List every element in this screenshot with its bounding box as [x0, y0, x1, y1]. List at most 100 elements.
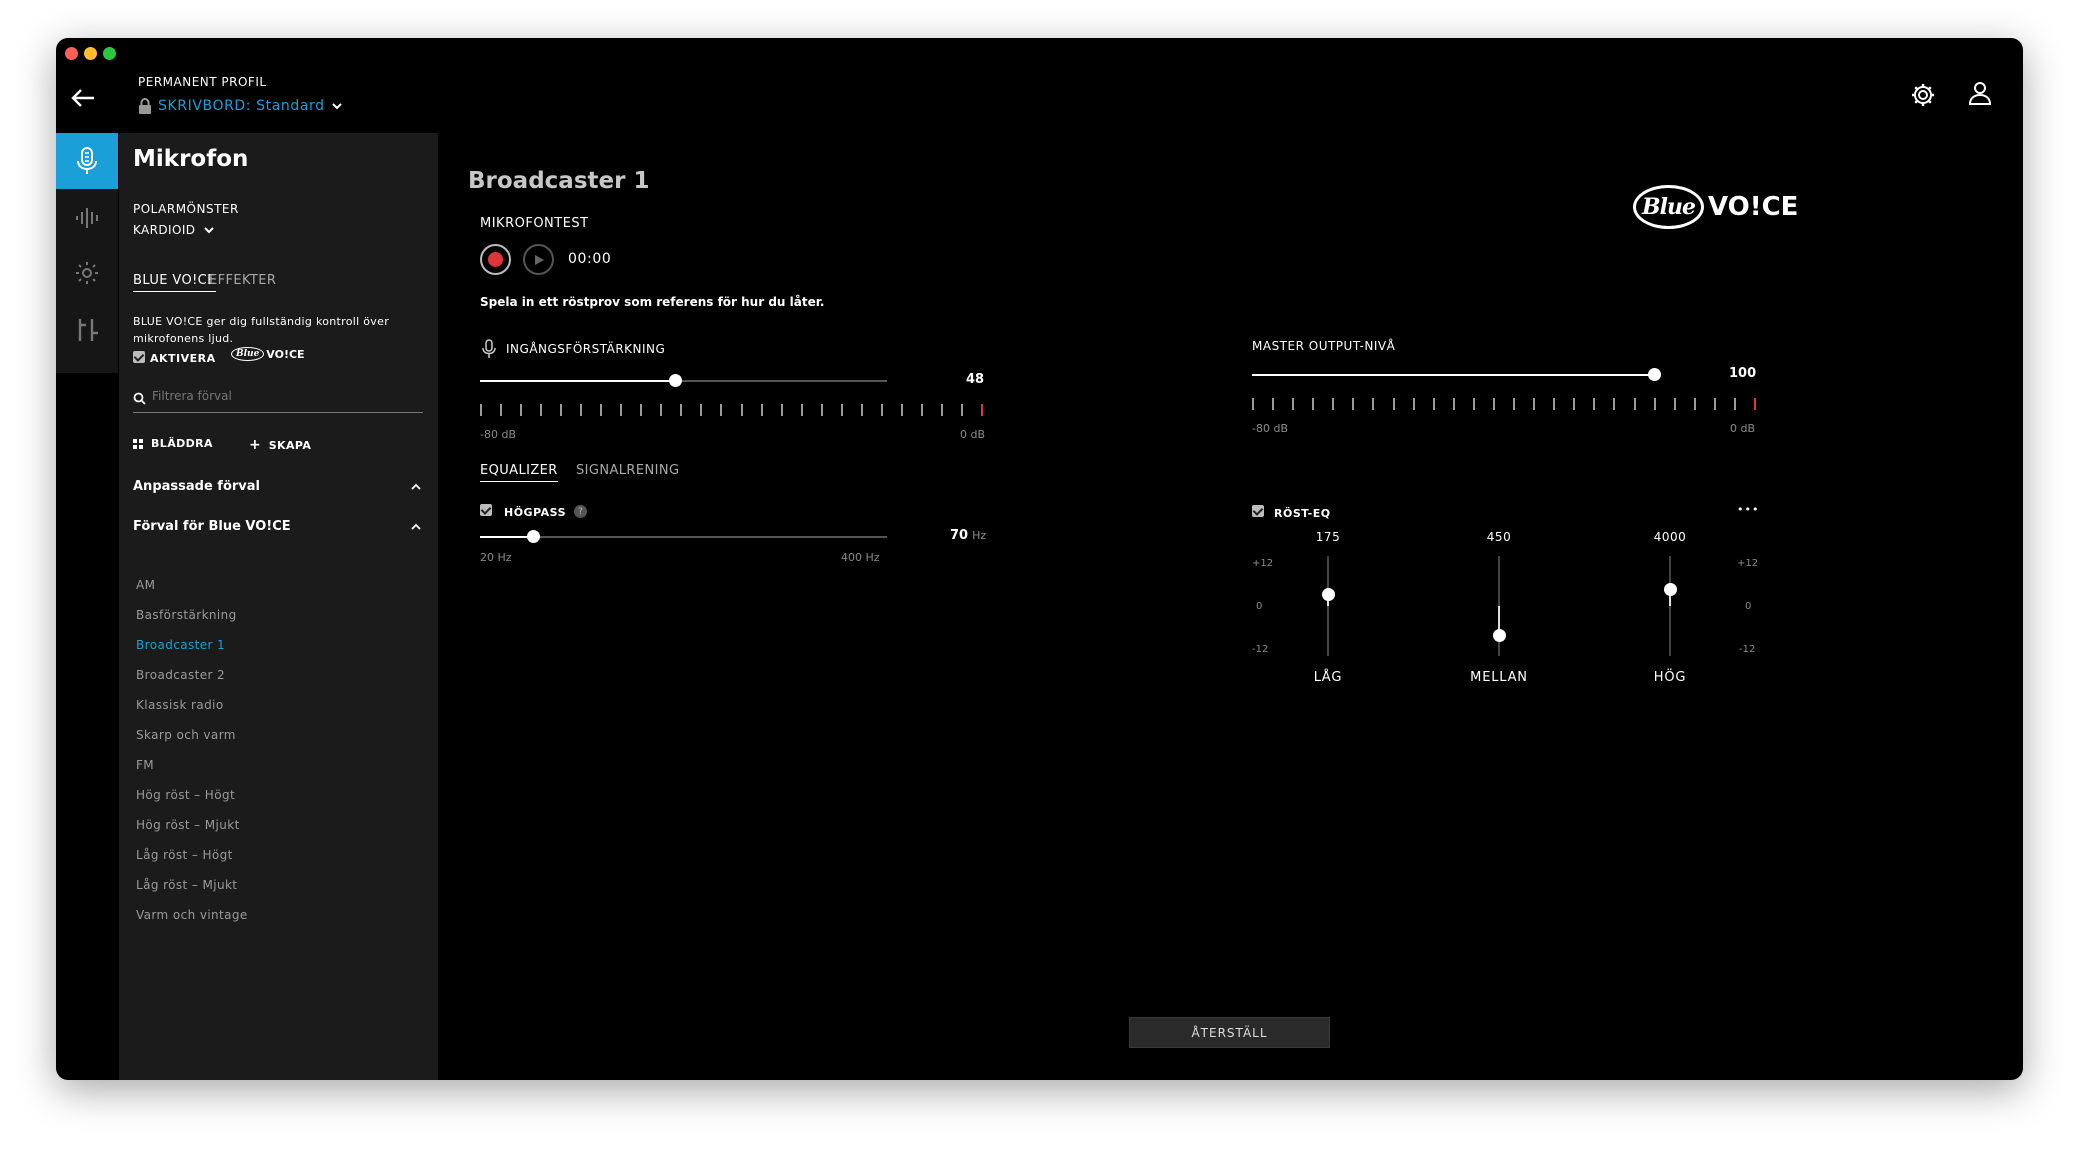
- polar-pattern-select[interactable]: KARDIOID: [133, 223, 215, 237]
- panel-title: Mikrofon: [133, 146, 249, 172]
- eq-band-name: MELLAN: [1470, 670, 1528, 685]
- meter-tick: [540, 404, 543, 416]
- meter-tick: [840, 404, 843, 416]
- activate-checkbox[interactable]: [133, 351, 145, 363]
- mic-test-hint: Spela in ett röstprov som referens för h…: [480, 295, 825, 309]
- meter-tick: [500, 404, 503, 416]
- preset-item[interactable]: Låg röst – Mjukt: [136, 878, 237, 892]
- meter-tick: [700, 404, 703, 416]
- search-icon: [133, 392, 146, 405]
- profile-selector[interactable]: SKRIVBORD: Standard: [138, 98, 343, 114]
- eq-scale-mid-right: 0: [1745, 601, 1752, 612]
- record-button[interactable]: [480, 244, 511, 275]
- preset-item[interactable]: Varm och vintage: [136, 908, 248, 922]
- minimize-window-button[interactable]: [84, 47, 97, 60]
- highpass-readout: 70 Hz: [950, 528, 986, 543]
- preset-title: Broadcaster 1: [468, 168, 650, 194]
- master-output-min: -80 dB: [1252, 422, 1288, 435]
- settings-panel: Mikrofon POLARMÖNSTER KARDIOID BLUE VO!C…: [119, 133, 438, 1080]
- meter-tick: [1452, 398, 1455, 410]
- meter-tick: [1312, 398, 1315, 410]
- more-options-icon[interactable]: •••: [1737, 503, 1759, 516]
- meter-tick: [1332, 398, 1335, 410]
- browse-button[interactable]: BLÄDDRA: [133, 437, 213, 450]
- gear-icon[interactable]: [1910, 82, 1936, 108]
- preset-item[interactable]: Hög röst – Högt: [136, 788, 235, 802]
- eq-band-track[interactable]: [1327, 556, 1329, 656]
- preset-item[interactable]: Broadcaster 1: [136, 638, 225, 652]
- meter-tick: [1472, 398, 1475, 410]
- meter-tick: [981, 404, 983, 416]
- blue-voice-mini-logo: Blue VO!CE: [231, 347, 305, 361]
- chevron-up-icon[interactable]: [411, 523, 421, 531]
- meter-tick: [880, 404, 883, 416]
- preset-item[interactable]: Basförstärkning: [136, 608, 237, 622]
- input-gain-max: 0 dB: [960, 428, 986, 441]
- meter-tick: [1492, 398, 1495, 410]
- rail-microphone[interactable]: [56, 133, 118, 189]
- meter-tick: [1392, 398, 1395, 410]
- eq-band-handle[interactable]: [1664, 583, 1677, 597]
- voice-eq-checkbox[interactable]: [1252, 505, 1264, 517]
- eq-band-handle[interactable]: [1493, 629, 1506, 643]
- meter-tick: [960, 404, 963, 416]
- tab-signal-cleanup[interactable]: SIGNALRENING: [576, 463, 679, 478]
- back-arrow-icon[interactable]: [71, 88, 95, 108]
- tab-blue-voice[interactable]: BLUE VO!CE: [133, 273, 216, 292]
- close-window-button[interactable]: [65, 47, 78, 60]
- master-output-label: MASTER OUTPUT-NIVÅ: [1252, 339, 1396, 353]
- zoom-window-button[interactable]: [103, 47, 116, 60]
- eq-band-handle[interactable]: [1322, 587, 1335, 601]
- custom-presets-header[interactable]: Anpassade förval: [133, 479, 260, 494]
- meter-tick: [1252, 398, 1254, 410]
- meter-tick: [520, 404, 523, 416]
- meter-tick: [1432, 398, 1435, 410]
- meter-tick: [1513, 398, 1516, 410]
- play-icon: [534, 254, 544, 265]
- meter-tick: [1593, 398, 1596, 410]
- eq-band-track[interactable]: [1669, 556, 1671, 656]
- input-gain-handle[interactable]: [669, 374, 683, 387]
- meter-tick: [560, 404, 563, 416]
- meter-tick: [780, 404, 783, 416]
- tab-equalizer[interactable]: EQUALIZER: [480, 463, 558, 482]
- meter-tick: [480, 404, 482, 416]
- highpass-handle[interactable]: [526, 530, 540, 543]
- reset-button[interactable]: ÅTERSTÄLL: [1129, 1017, 1330, 1048]
- preset-item[interactable]: AM: [136, 578, 155, 592]
- meter-tick: [580, 404, 583, 416]
- brightness-icon[interactable]: [75, 261, 99, 285]
- meter-tick: [620, 404, 623, 416]
- preset-item[interactable]: Broadcaster 2: [136, 668, 225, 682]
- preset-item[interactable]: Hög röst – Mjukt: [136, 818, 240, 832]
- meter-tick: [1673, 398, 1676, 410]
- highpass-checkbox[interactable]: [480, 504, 492, 516]
- user-icon[interactable]: [1968, 80, 1992, 106]
- meter-tick: [1573, 398, 1576, 410]
- preset-item[interactable]: Låg röst – Högt: [136, 848, 233, 862]
- mic-test-label: MIKROFONTEST: [480, 216, 589, 231]
- filter-presets-input[interactable]: [150, 385, 355, 407]
- master-output-handle[interactable]: [1648, 368, 1661, 381]
- meter-tick: [1713, 398, 1716, 410]
- create-button[interactable]: + SKAPA: [249, 437, 311, 453]
- blue-voice-presets-header[interactable]: Förval för Blue VO!CE: [133, 519, 291, 534]
- help-icon[interactable]: ?: [574, 505, 587, 518]
- preset-item[interactable]: FM: [136, 758, 154, 772]
- waveform-icon[interactable]: [75, 207, 101, 229]
- highpass-track[interactable]: [480, 536, 887, 538]
- eq-band-frequency: 175: [1315, 530, 1341, 544]
- meter-tick: [1533, 398, 1536, 410]
- meter-tick: [1653, 398, 1656, 410]
- preset-item[interactable]: Skarp och varm: [136, 728, 236, 742]
- chevron-up-icon[interactable]: [411, 483, 421, 491]
- meter-tick: [660, 404, 663, 416]
- activate-label: AKTIVERA: [150, 352, 216, 365]
- preset-item[interactable]: Klassisk radio: [136, 698, 224, 712]
- tab-effects[interactable]: EFFEKTER: [209, 273, 276, 288]
- play-button[interactable]: [523, 244, 554, 275]
- meter-tick: [860, 404, 863, 416]
- input-gain-fill: [480, 380, 676, 382]
- mixer-icon[interactable]: [76, 317, 100, 343]
- meter-tick: [640, 404, 643, 416]
